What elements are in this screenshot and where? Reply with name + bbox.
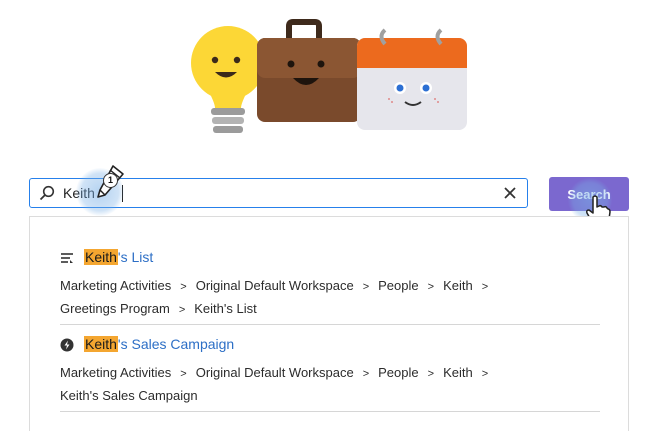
breadcrumb-segment: Marketing Activities xyxy=(60,365,172,380)
chevron-right-icon: > xyxy=(180,368,187,380)
breadcrumb-segment: Greetings Program xyxy=(60,301,170,316)
search-results-panel: Keith's List Marketing Activities > Origin… xyxy=(29,216,629,431)
result-item[interactable]: Keith's Sales Campaign Marketing Activit… xyxy=(60,336,600,406)
result-title-link[interactable]: Keith's List xyxy=(84,249,153,265)
result-divider xyxy=(60,411,600,412)
search-icon xyxy=(39,185,55,201)
chevron-right-icon: > xyxy=(178,304,186,316)
match-highlight: Keith xyxy=(84,336,118,352)
calendar-icon xyxy=(357,28,467,130)
step-badge-1: 1 xyxy=(103,173,118,188)
result-item[interactable]: Keith's List Marketing Activities > Origin… xyxy=(60,249,600,321)
breadcrumb: Marketing Activities > Original Default Wo… xyxy=(60,275,600,321)
breadcrumb-segment: Keith's Sales Campaign xyxy=(60,388,198,403)
result-title-link[interactable]: Keith's Sales Campaign xyxy=(84,336,234,352)
chevron-right-icon: > xyxy=(180,281,187,293)
chevron-right-icon: > xyxy=(362,368,370,380)
breadcrumb-segment: Keith xyxy=(443,365,473,380)
chevron-right-icon: > xyxy=(427,368,435,380)
campaign-icon xyxy=(60,338,74,352)
clear-icon[interactable] xyxy=(503,186,517,200)
match-highlight: Keith xyxy=(84,249,118,265)
breadcrumb-segment: Marketing Activities xyxy=(60,278,172,293)
chevron-right-icon: > xyxy=(481,368,489,380)
breadcrumb: Marketing Activities > Original Default Wo… xyxy=(60,362,600,406)
briefcase-icon xyxy=(257,19,361,122)
breadcrumb-segment: Keith's List xyxy=(194,301,257,316)
lightbulb-icon xyxy=(191,26,265,133)
chevron-right-icon: > xyxy=(427,281,435,293)
chevron-right-icon: > xyxy=(481,281,489,293)
breadcrumb-segment: People xyxy=(378,278,419,293)
breadcrumb-segment: Original Default Workspace xyxy=(195,278,354,293)
result-divider xyxy=(60,324,600,325)
hero-illustration xyxy=(191,19,467,133)
breadcrumb-segment: Original Default Workspace xyxy=(195,365,354,380)
list-icon xyxy=(61,253,73,263)
chevron-right-icon: > xyxy=(362,281,370,293)
breadcrumb-segment: Keith xyxy=(443,278,473,293)
breadcrumb-segment: People xyxy=(378,365,419,380)
